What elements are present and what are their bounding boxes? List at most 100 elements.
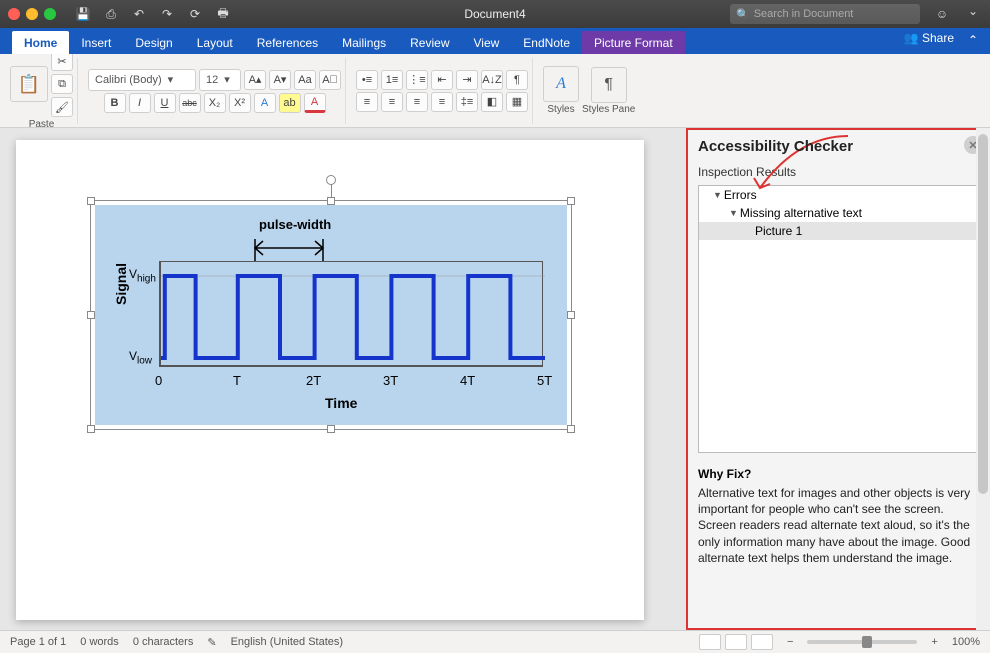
- window-close-icon[interactable]: [8, 8, 20, 20]
- status-page[interactable]: Page 1 of 1: [10, 636, 66, 648]
- resize-handle-n[interactable]: [327, 197, 335, 205]
- titlebar-options-icon[interactable]: ⌄: [968, 4, 978, 18]
- tab-view[interactable]: View: [462, 31, 512, 54]
- chart-ytick-high: Vhigh: [129, 267, 156, 284]
- borders-icon[interactable]: ▦: [506, 92, 528, 112]
- italic-button[interactable]: I: [129, 93, 151, 113]
- zoom-thumb[interactable]: [862, 636, 872, 648]
- font-size-select[interactable]: 12▾: [199, 69, 241, 91]
- redo-icon[interactable]: ↷: [156, 4, 178, 24]
- font-color-icon[interactable]: A: [304, 93, 326, 113]
- tab-mailings[interactable]: Mailings: [330, 31, 398, 54]
- status-chars[interactable]: 0 characters: [133, 636, 194, 648]
- increase-indent-icon[interactable]: ⇥: [456, 70, 478, 90]
- refresh-icon[interactable]: ⟳: [184, 4, 206, 24]
- tab-insert[interactable]: Insert: [69, 31, 123, 54]
- chart-xtick-5: 5T: [537, 373, 552, 388]
- print-layout-view-icon[interactable]: [725, 634, 747, 650]
- error-category-node[interactable]: ▼Missing alternative text: [699, 204, 977, 222]
- styles-pane-label: Styles Pane: [582, 105, 635, 115]
- tab-references[interactable]: References: [245, 31, 330, 54]
- tab-layout[interactable]: Layout: [185, 31, 245, 54]
- align-center-icon[interactable]: ≡: [381, 92, 403, 112]
- copy-icon[interactable]: ⧉: [51, 74, 73, 94]
- chart-annotation: pulse-width: [259, 217, 331, 232]
- save-icon[interactable]: 💾: [72, 4, 94, 24]
- clear-formatting-icon[interactable]: A⃠: [319, 70, 341, 90]
- bullets-icon[interactable]: •≡: [356, 70, 378, 90]
- zoom-level[interactable]: 100%: [952, 636, 980, 648]
- scrollbar-thumb[interactable]: [978, 134, 988, 494]
- why-fix-header: Why Fix?: [688, 461, 988, 483]
- styles-group: A Styles ¶ Styles Pane: [539, 58, 639, 124]
- decrease-indent-icon[interactable]: ⇤: [431, 70, 453, 90]
- status-language[interactable]: English (United States): [231, 636, 344, 648]
- superscript-icon[interactable]: X²: [229, 93, 251, 113]
- tab-endnote[interactable]: EndNote: [511, 31, 582, 54]
- align-left-icon[interactable]: ≡: [356, 92, 378, 112]
- sidepane-scrollbar[interactable]: [976, 128, 990, 630]
- document-search[interactable]: 🔍 Search in Document: [730, 4, 920, 24]
- status-bar: Page 1 of 1 0 words 0 characters ✎ Engli…: [0, 630, 990, 653]
- page-canvas[interactable]: pulse-width Signal Time Vhigh Vlow 0 T 2…: [16, 140, 644, 620]
- status-words[interactable]: 0 words: [80, 636, 119, 648]
- line-spacing-icon[interactable]: ‡≡: [456, 92, 478, 112]
- resize-handle-se[interactable]: [567, 425, 575, 433]
- ribbon-collapse-icon[interactable]: ⌃: [968, 33, 978, 47]
- resize-handle-w[interactable]: [87, 311, 95, 319]
- resize-handle-e[interactable]: [567, 311, 575, 319]
- print-icon[interactable]: ⎙: [100, 4, 122, 24]
- chart-xlabel: Time: [325, 395, 357, 411]
- bold-button[interactable]: B: [104, 93, 126, 113]
- highlight-icon[interactable]: ab: [279, 93, 301, 113]
- undo-icon[interactable]: ↶: [128, 4, 150, 24]
- styles-gallery[interactable]: A: [543, 66, 579, 102]
- window-zoom-icon[interactable]: [44, 8, 56, 20]
- feedback-icon[interactable]: ☺: [932, 4, 952, 24]
- decrease-font-icon[interactable]: A▾: [269, 70, 291, 90]
- resize-handle-s[interactable]: [327, 425, 335, 433]
- tab-design[interactable]: Design: [123, 31, 184, 54]
- subscript-icon[interactable]: X₂: [204, 93, 226, 113]
- document-title: Document4: [464, 7, 525, 21]
- styles-label: Styles: [547, 104, 574, 115]
- web-layout-view-icon[interactable]: [751, 634, 773, 650]
- tab-home[interactable]: Home: [12, 31, 69, 54]
- numbering-icon[interactable]: 1≡: [381, 70, 403, 90]
- increase-font-icon[interactable]: A▴: [244, 70, 266, 90]
- underline-button[interactable]: U: [154, 93, 176, 113]
- tab-review[interactable]: Review: [398, 31, 461, 54]
- window-minimize-icon[interactable]: [26, 8, 38, 20]
- error-item-picture1[interactable]: Picture 1: [699, 222, 977, 240]
- text-effects-icon[interactable]: A: [254, 93, 276, 113]
- font-name-select[interactable]: Calibri (Body)▾: [88, 69, 196, 91]
- resize-handle-ne[interactable]: [567, 197, 575, 205]
- zoom-slider[interactable]: [807, 640, 917, 644]
- zoom-in-icon[interactable]: +: [931, 636, 937, 648]
- errors-node[interactable]: ▼Errors: [699, 186, 977, 204]
- focus-view-icon[interactable]: [699, 634, 721, 650]
- align-right-icon[interactable]: ≡: [406, 92, 428, 112]
- shading-icon[interactable]: ◧: [481, 92, 503, 112]
- change-case-icon[interactable]: Aa: [294, 70, 316, 90]
- print-preview-icon[interactable]: 🖶: [212, 4, 234, 24]
- resize-handle-sw[interactable]: [87, 425, 95, 433]
- tab-picture-format[interactable]: Picture Format: [582, 31, 685, 54]
- strikethrough-button[interactable]: abc: [179, 93, 201, 113]
- resize-handle-nw[interactable]: [87, 197, 95, 205]
- share-button[interactable]: 👥 Share: [904, 31, 954, 45]
- styles-pane-button[interactable]: ¶: [591, 67, 627, 103]
- format-painter-icon[interactable]: 🖌: [51, 97, 73, 117]
- paste-button[interactable]: 📋: [10, 66, 48, 102]
- sort-icon[interactable]: A↓Z: [481, 70, 503, 90]
- zoom-out-icon[interactable]: −: [787, 636, 793, 648]
- inspection-results-list[interactable]: ▼Errors ▼Missing alternative text Pictur…: [698, 185, 978, 453]
- document-viewport[interactable]: pulse-width Signal Time Vhigh Vlow 0 T 2…: [0, 128, 686, 630]
- multilevel-list-icon[interactable]: ⋮≡: [406, 70, 428, 90]
- spellcheck-icon[interactable]: ✎: [207, 636, 216, 649]
- show-marks-icon[interactable]: ¶: [506, 70, 528, 90]
- workspace: pulse-width Signal Time Vhigh Vlow 0 T 2…: [0, 128, 990, 630]
- justify-icon[interactable]: ≡: [431, 92, 453, 112]
- cut-icon[interactable]: ✂: [51, 51, 73, 71]
- picture-selection[interactable]: pulse-width Signal Time Vhigh Vlow 0 T 2…: [90, 200, 572, 430]
